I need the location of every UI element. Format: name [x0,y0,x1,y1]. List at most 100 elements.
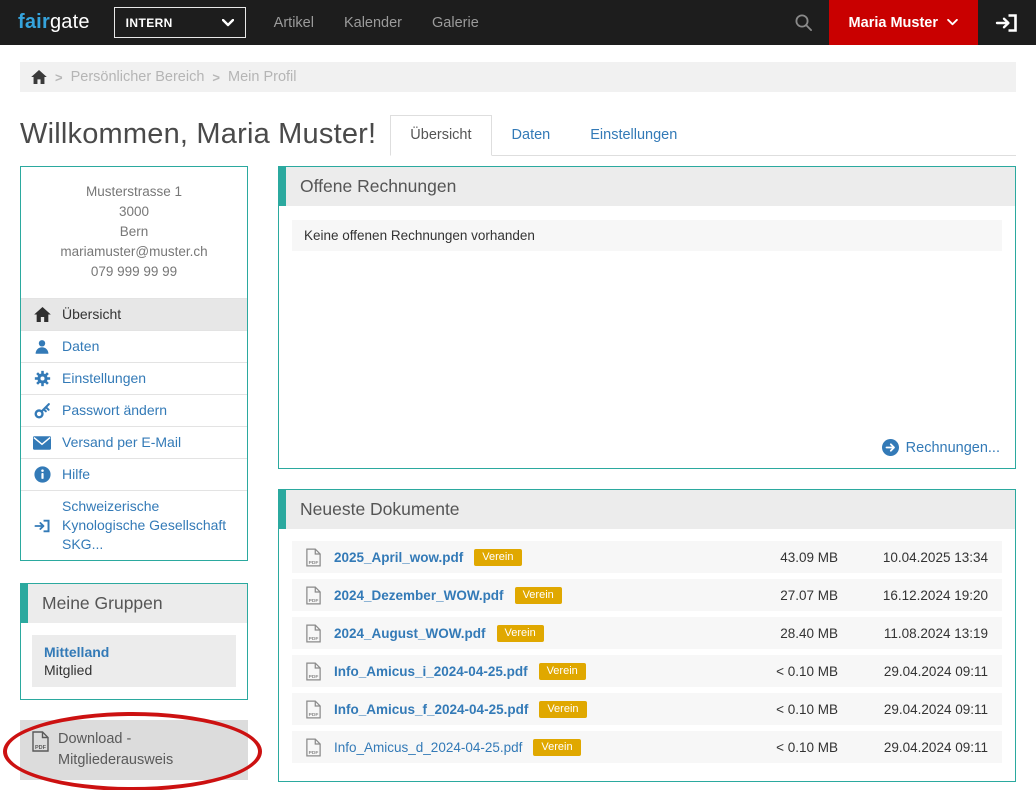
svg-text:PDF: PDF [309,636,319,642]
document-date: 29.04.2024 09:11 [838,702,988,717]
document-badge: Verein [497,625,544,642]
tab-einstellungen[interactable]: Einstellungen [570,115,697,156]
documents-list: PDF 2025_April_wow.pdf Verein 43.09 MB 1… [279,529,1015,781]
sidebar-item-einstellungen[interactable]: Einstellungen [21,363,247,395]
document-row: PDF Info_Amicus_d_2024-04-25.pdf Verein … [292,731,1002,763]
sidebar-item-daten[interactable]: Daten [21,331,247,363]
svg-text:PDF: PDF [309,674,319,680]
document-row: PDF Info_Amicus_f_2024-04-25.pdf Verein … [292,693,1002,725]
contact-info: Musterstrasse 13000Bernmariamuster@muste… [21,167,247,298]
document-size: < 0.10 MB [718,740,838,755]
document-size: 43.09 MB [718,550,838,565]
download-button-label: Download - Mitgliederausweis [58,729,236,771]
document-badge: Verein [533,739,580,756]
breadcrumb-separator: > [212,70,220,85]
logout-button[interactable] [978,0,1036,45]
invoices-link[interactable]: Rechnungen... [906,440,1000,456]
sidebar-item-label: Versand per E-Mail [62,433,181,452]
page-title: Willkommen, Maria Muster! [20,112,376,156]
profile-card-panel: Musterstrasse 13000Bernmariamuster@muste… [20,166,248,561]
document-date: 29.04.2024 09:11 [838,740,988,755]
document-row: PDF 2024_August_WOW.pdf Verein 28.40 MB … [292,617,1002,649]
document-badge: Verein [474,549,521,566]
svg-text:PDF: PDF [309,560,319,566]
svg-text:PDF: PDF [35,745,47,751]
user-name: Maria Muster [849,15,938,31]
search-icon [794,13,813,32]
search-button[interactable] [778,0,829,45]
key-icon [32,402,52,419]
home-icon [32,307,52,322]
pdf-file-icon: PDF [306,700,321,719]
svg-text:PDF: PDF [309,712,319,718]
user-menu-button[interactable]: Maria Muster [829,0,978,45]
sidebar-item-hilfe[interactable]: Hilfe [21,459,247,491]
document-badge: Verein [515,587,562,604]
breadcrumb: >Persönlicher Bereich>Mein Profil [20,62,1016,92]
home-icon[interactable] [31,70,47,84]
breadcrumb-item-mein-profil[interactable]: Mein Profil [228,69,297,85]
svg-text:PDF: PDF [309,598,319,604]
nav-link-galerie[interactable]: Galerie [432,15,479,31]
document-link[interactable]: 2025_April_wow.pdf [334,550,463,565]
right-column: Offene Rechnungen Keine offenen Rechnung… [278,166,1016,782]
open-invoices-panel: Offene Rechnungen Keine offenen Rechnung… [278,166,1016,469]
document-size: 27.07 MB [718,588,838,603]
pdf-file-icon: PDF [32,731,49,759]
pdf-file-icon: PDF [306,586,321,605]
tab-daten[interactable]: Daten [492,115,571,156]
tab-bersicht[interactable]: Übersicht [390,115,491,156]
groups-panel-title: Meine Gruppen [21,584,247,623]
document-date: 29.04.2024 09:11 [838,664,988,679]
group-name-link[interactable]: Mittelland [44,644,224,660]
sign-in-icon [995,12,1019,34]
user-icon [32,338,52,355]
invoices-panel-title: Offene Rechnungen [279,167,1015,206]
main-content: Musterstrasse 13000Bernmariamuster@muste… [0,166,1036,782]
contact-line: mariamuster@muster.ch [29,242,239,262]
profile-tabs: ÜbersichtDatenEinstellungen [390,115,1016,156]
chevron-down-icon [947,19,958,26]
sign-in-icon [32,518,52,534]
profile-menu: Übersicht Daten Einstellungen Passwort ä… [21,298,247,560]
document-row: PDF Info_Amicus_i_2024-04-25.pdf Verein … [292,655,1002,687]
document-link[interactable]: Info_Amicus_f_2024-04-25.pdf [334,702,528,717]
sidebar-item-label: Einstellungen [62,369,146,388]
sidebar-item-label: Schweizerische Kynologische Gesellschaft… [62,497,236,554]
document-row: PDF 2024_Dezember_WOW.pdf Verein 27.07 M… [292,579,1002,611]
arrow-right-circle-icon [882,439,899,456]
document-badge: Verein [539,701,586,718]
sidebar-item-bersicht[interactable]: Übersicht [21,299,247,331]
nav-links: Artikel Kalender Galerie [274,15,479,31]
nav-link-kalender[interactable]: Kalender [344,15,402,31]
document-link[interactable]: Info_Amicus_i_2024-04-25.pdf [334,664,528,679]
documents-panel-title: Neueste Dokumente [279,490,1015,529]
sidebar-item-versand-per-e-mail[interactable]: Versand per E-Mail [21,427,247,459]
document-date: 16.12.2024 19:20 [838,588,988,603]
invoices-empty-message: Keine offenen Rechnungen vorhanden [292,220,1002,251]
fairgate-logo[interactable]: fairgate [18,11,90,34]
contact-line: 079 999 99 99 [29,262,239,282]
sidebar-item-label: Übersicht [62,305,121,324]
latest-documents-panel: Neueste Dokumente PDF 2025_April_wow.pdf… [278,489,1016,782]
title-row: Willkommen, Maria Muster! ÜbersichtDaten… [0,108,1036,156]
nav-link-artikel[interactable]: Artikel [274,15,314,31]
document-link[interactable]: Info_Amicus_d_2024-04-25.pdf [334,740,522,755]
document-link[interactable]: 2024_Dezember_WOW.pdf [334,588,504,603]
document-row: PDF 2025_April_wow.pdf Verein 43.09 MB 1… [292,541,1002,573]
document-link[interactable]: 2024_August_WOW.pdf [334,626,486,641]
sidebar-item-schweizerische-kynologische-gesellschaft[interactable]: Schweizerische Kynologische Gesellschaft… [21,491,247,560]
chevron-down-icon [222,19,234,27]
contact-line: Bern [29,222,239,242]
breadcrumb-item-pers-nlicher-bereich[interactable]: Persönlicher Bereich [71,69,205,85]
download-section: PDF Download - Mitgliederausweis [20,720,248,780]
document-date: 11.08.2024 13:19 [838,626,988,641]
document-size: < 0.10 MB [718,664,838,679]
download-membership-card-button[interactable]: PDF Download - Mitgliederausweis [20,720,248,780]
scope-dropdown-value: INTERN [126,16,173,30]
pdf-file-icon: PDF [306,738,321,757]
scope-dropdown[interactable]: INTERN [114,7,246,38]
sidebar-item-passwort-ndern[interactable]: Passwort ändern [21,395,247,427]
invoices-footer: Rechnungen... [279,429,1015,468]
sidebar-item-label: Passwort ändern [62,401,167,420]
